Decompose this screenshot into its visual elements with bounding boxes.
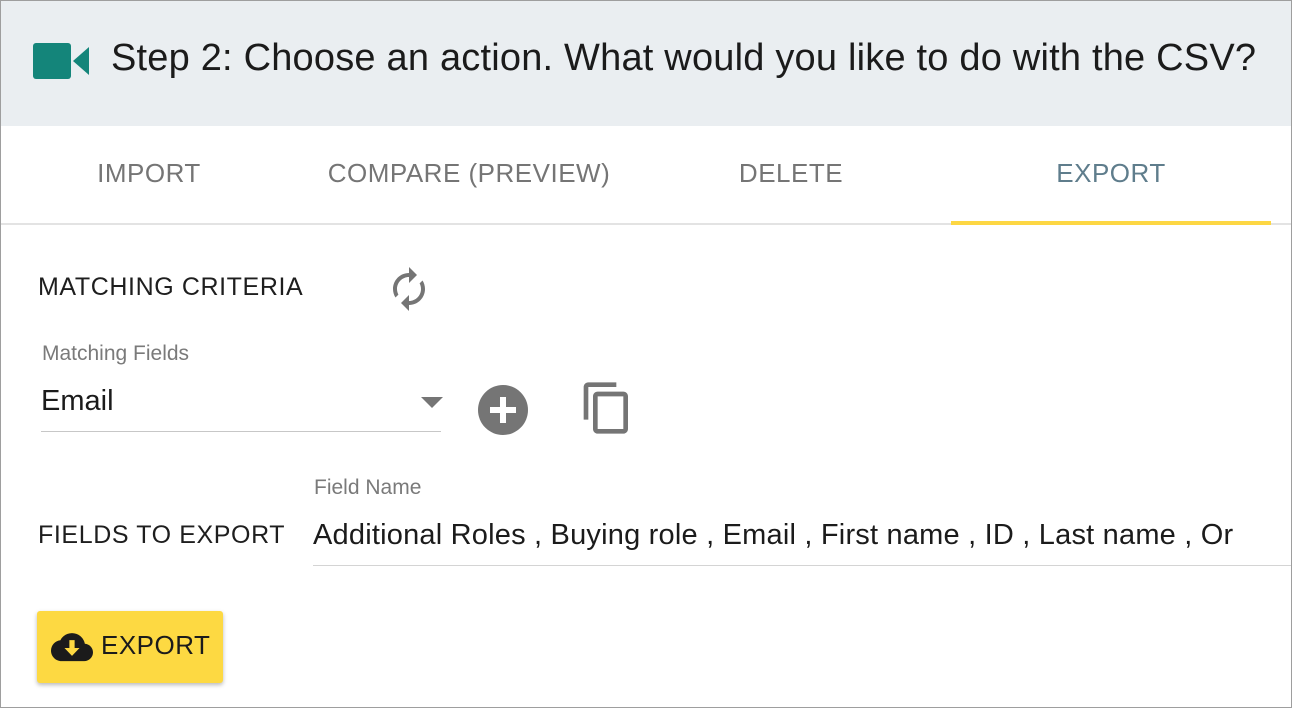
copy-icon[interactable] [579,377,635,439]
matching-fields-select[interactable]: Email [41,381,443,432]
fields-to-export-heading: FIELDS TO EXPORT [38,521,286,549]
matching-criteria-heading: MATCHING CRITERIA [38,273,304,301]
field-name-value: Additional Roles , Buying role , Email ,… [313,519,1234,551]
step-header: Step 2: Choose an action. What would you… [1,1,1291,126]
export-button[interactable]: EXPORT [37,611,223,683]
tab-delete[interactable]: DELETE [631,126,951,221]
cloud-download-icon [51,633,93,662]
tab-export[interactable]: EXPORT [951,126,1271,225]
field-name-input[interactable]: Additional Roles , Buying role , Email ,… [313,511,1291,566]
video-camera-icon [33,43,89,79]
chevron-down-icon [421,397,443,408]
csv-action-panel: Step 2: Choose an action. What would you… [0,0,1292,708]
matching-fields-label: Matching Fields [42,342,190,365]
tab-compare-preview[interactable]: COMPARE (PREVIEW) [310,126,628,221]
action-tabs: IMPORT COMPARE (PREVIEW) DELETE EXPORT [1,126,1291,225]
matching-fields-value: Email [41,385,114,417]
field-name-label: Field Name [314,476,422,499]
tab-import[interactable]: IMPORT [1,126,297,221]
add-circle-icon[interactable] [477,384,529,436]
page-title: Step 2: Choose an action. What would you… [111,37,1257,79]
export-button-label: EXPORT [101,630,211,660]
refresh-icon[interactable] [385,265,433,313]
